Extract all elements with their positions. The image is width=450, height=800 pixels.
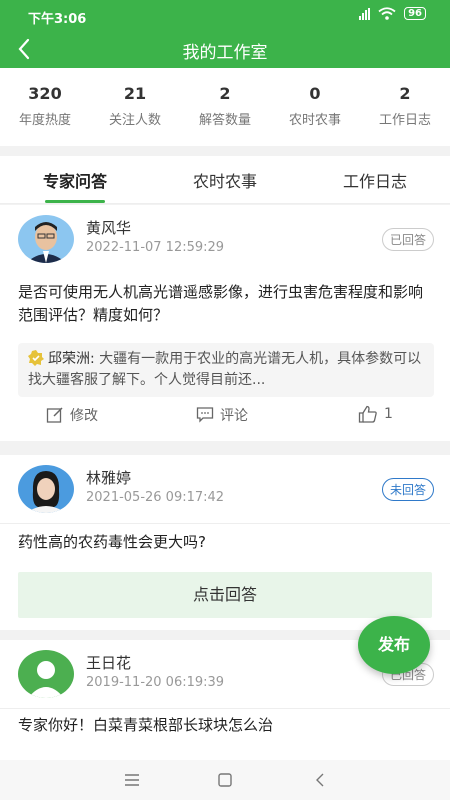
like-button[interactable]: 1 [358,405,393,423]
post-date: 2022-11-07 12:59:29 [86,240,225,255]
signal-icon [359,7,371,20]
system-nav-bar [0,760,450,800]
action-bar: 修改 评论 1 [0,405,450,437]
tab-work-log[interactable]: 工作日志 [300,156,450,203]
status-time: 下午3:06 [28,12,87,27]
stat-work-log[interactable]: 2 工作日志 [360,68,450,146]
stat-value: 21 [123,84,147,103]
tab-expert-qa[interactable]: 专家问答 [0,156,150,203]
answerer-name: 邱荣洲: [48,351,95,367]
edit-button[interactable]: 修改 [46,405,98,425]
tab-bar: 专家问答 农时农事 工作日志 [0,156,450,204]
system-back-button[interactable] [310,770,330,790]
wifi-icon [378,7,396,20]
comment-button[interactable]: 评论 [196,405,248,425]
stat-label: 解答数量 [198,113,251,128]
stat-value: 0 [309,84,321,103]
avatar [18,650,74,698]
status-badge: 未回答 [381,478,434,501]
status-bar: 下午3:06 96 [0,0,450,30]
stat-label: 年度热度 [18,113,71,128]
menu-button[interactable] [122,770,142,790]
stat-farming[interactable]: 0 农时农事 [270,68,360,146]
thumbs-up-icon [358,405,377,423]
question-text: 专家你好！白菜青菜根部长球块怎么治 [18,716,274,734]
stat-followers[interactable]: 21 关注人数 [90,68,180,146]
edit-icon [46,407,63,423]
stat-label: 农时农事 [288,113,341,128]
back-triangle-icon [316,773,324,787]
publish-button[interactable]: 发布 [358,616,430,674]
answer-preview[interactable]: 邱荣洲: 大疆有一款用于农业的高光谱无人机，具体参数可以找大疆客服了解下。个人觉… [18,343,434,397]
comment-icon [196,407,214,423]
like-count: 1 [384,406,393,422]
comment-label: 评论 [220,408,248,424]
avatar [18,215,74,263]
question-text: 药性高的农药毒性会更大吗? [18,533,206,551]
stat-value: 320 [28,84,62,103]
home-button[interactable] [215,770,235,790]
home-icon [218,773,232,787]
divider [0,523,450,524]
author-name: 黄风华 [86,219,132,237]
stat-value: 2 [399,84,411,103]
qa-card[interactable]: 林雅婷 2021-05-26 09:17:42 未回答 药性高的农药毒性会更大吗… [0,455,450,630]
qa-card[interactable]: 黄风华 2022-11-07 12:59:29 已回答 是否可使用无人机高光谱遥… [0,205,450,441]
stat-annual-heat[interactable]: 320 年度热度 [0,68,90,146]
edit-label: 修改 [70,408,98,424]
answer-button[interactable]: 点击回答 [18,572,432,618]
stat-value: 2 [219,84,231,103]
verified-badge-icon [28,350,44,366]
post-date: 2019-11-20 06:19:39 [86,675,225,690]
status-badge: 已回答 [381,228,434,251]
nav-bar: 我的工作室 [0,30,450,68]
status-icons: 96 [359,7,426,20]
tab-farming[interactable]: 农时农事 [150,156,300,203]
menu-icon [125,774,139,786]
post-date: 2021-05-26 09:17:42 [86,490,225,505]
question-text: 是否可使用无人机高光谱遥感影像，进行虫害危害程度和影响范围评估？精度如何？ [18,283,424,324]
author-name: 王日花 [86,654,132,672]
stat-answers[interactable]: 2 解答数量 [180,68,270,146]
avatar [18,465,74,513]
divider [0,708,450,709]
battery-icon: 96 [404,7,426,20]
author-name: 林雅婷 [86,469,132,487]
stats-panel: 320 年度热度 21 关注人数 2 解答数量 0 农时农事 2 工作日志 [0,68,450,146]
stat-label: 关注人数 [108,113,161,128]
stat-label: 工作日志 [378,113,431,128]
page-title: 我的工作室 [182,43,268,63]
